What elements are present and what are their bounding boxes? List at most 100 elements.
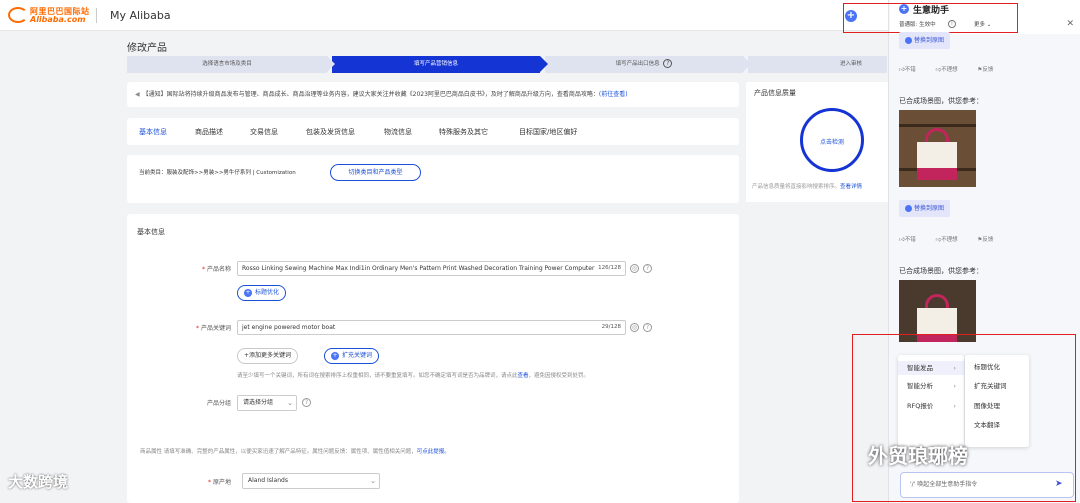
- scene-image[interactable]: [899, 280, 976, 342]
- report-label: 反馈: [982, 237, 994, 243]
- keyword-hint-tail: ，避免因侵权受到处罚。: [528, 373, 590, 379]
- attribute-note-text: 商品属性 请填写准确、完整的产品属性，以便买家迅速了解产品特征。属性问题反馈：属…: [140, 449, 417, 455]
- step-1-label: 选择语言市场及类目: [202, 61, 252, 67]
- switch-category-button[interactable]: 切换类目和产品类型: [330, 164, 421, 181]
- step-2-label: 填写产品营销信息: [413, 61, 458, 67]
- speaker-icon: ◀: [135, 91, 140, 98]
- step-arrow: [743, 56, 751, 72]
- like-label: 不错: [904, 237, 916, 243]
- dislike-button[interactable]: 👎︎不理想: [936, 237, 967, 243]
- logo-text-en: Alibaba.com: [30, 15, 86, 24]
- keyword-hint-link[interactable]: 查看: [518, 373, 529, 379]
- progress-steps: 选择语言市场及类目 填写产品营销信息 填写产品出口信息 ? 进入审核: [127, 56, 887, 73]
- globe-icon[interactable]: ◎: [630, 323, 639, 332]
- replace-image-label: 替换到原图: [914, 205, 945, 212]
- tab-special-services[interactable]: 特殊服务及其它: [439, 127, 488, 137]
- title-optimize-label: 标题优化: [255, 289, 280, 296]
- keyword-hint: 请至少填写一个关键词，所有词在搜索排序上权重相同，请不要重复填写。如您不确定填写…: [237, 371, 589, 379]
- quality-check-circle[interactable]: 点击检测: [800, 108, 864, 172]
- shelf: [899, 124, 976, 127]
- keyword-label: * 产品关键词: [151, 323, 231, 332]
- highlight-box-header: [843, 3, 1018, 33]
- close-icon[interactable]: ✕: [1066, 19, 1074, 29]
- report-button[interactable]: ⚑反馈: [977, 237, 1002, 243]
- group-label: 产品分组: [206, 400, 231, 407]
- step-4-label: 进入审核: [839, 61, 862, 67]
- tab-description[interactable]: 商品描述: [195, 127, 223, 137]
- page-title: 修改产品: [127, 43, 167, 54]
- basic-info-section: 基本信息: [127, 214, 739, 503]
- feedback-row: 👍︎不错 👎︎不理想 ⚑反馈: [899, 65, 1011, 73]
- dislike-label: 不理想: [941, 67, 958, 73]
- assistant-small-icon: [905, 205, 912, 212]
- replace-image-button[interactable]: 替换到原图: [899, 200, 951, 217]
- highlight-box-menu: [852, 334, 1076, 502]
- keyword-input[interactable]: jet engine powered motor boat 29/128: [237, 320, 626, 335]
- assistant-small-icon: +: [244, 288, 252, 297]
- section-heading: 基本信息: [137, 228, 165, 236]
- attribute-report-link[interactable]: 可点此提报。: [417, 449, 450, 455]
- expand-keyword-button[interactable]: + 扩充关键词: [324, 348, 380, 364]
- add-keyword-button[interactable]: +添加更多关键词: [237, 348, 299, 364]
- chevron-down-icon: ⌄: [287, 399, 293, 407]
- quality-detail-link[interactable]: 查看详情: [840, 184, 862, 190]
- report-button[interactable]: ⚑反馈: [977, 67, 1002, 73]
- replace-image-label: 替换到原图: [914, 37, 945, 44]
- origin-select[interactable]: Aland Islands ⌄: [242, 473, 380, 489]
- like-button[interactable]: 👍︎不错: [899, 67, 925, 73]
- globe-icon[interactable]: ◎: [630, 264, 639, 273]
- alibaba-logo[interactable]: 阿里巴巴国际站 Alibaba.com: [8, 6, 90, 24]
- group-select[interactable]: 请选择分组 ⌄: [237, 395, 297, 411]
- scene-image[interactable]: [899, 110, 976, 187]
- origin-select-value: Aland Islands: [248, 477, 288, 484]
- step-arrow: [540, 56, 548, 72]
- required-mark: *: [207, 479, 211, 486]
- step-3-label: 填写产品出口信息: [615, 61, 660, 67]
- alibaba-logo-mark-icon: [8, 7, 28, 23]
- product-name-label: * 产品名称: [151, 264, 231, 273]
- quality-title: 产品信息质量: [754, 89, 796, 97]
- category-box: 当前类目：服装及配饰>>男装>>男牛仔系列 | Customization 切换…: [127, 155, 739, 203]
- bag: [917, 142, 957, 180]
- required-mark: *: [201, 266, 205, 273]
- product-name-input[interactable]: Rosso Linking Sewing Machine Max Indi1in…: [237, 261, 626, 276]
- tab-basic-info[interactable]: 基本信息: [139, 127, 167, 137]
- required-mark: *: [195, 325, 199, 332]
- dislike-button[interactable]: 👎︎不理想: [936, 67, 967, 73]
- chevron-down-icon: ⌄: [370, 477, 376, 485]
- watermark-left: 大数跨境: [8, 473, 69, 491]
- site-title[interactable]: My Alibaba: [110, 9, 171, 22]
- origin-label-text: 原产地: [212, 479, 231, 486]
- quality-note-text: 产品信息质量将直接影响搜索排序。: [752, 184, 841, 190]
- product-name-label-text: 产品名称: [206, 266, 231, 273]
- tab-logistics[interactable]: 物流信息: [384, 127, 412, 137]
- like-label: 不错: [904, 67, 916, 73]
- quality-check-label[interactable]: 点击检测: [803, 137, 861, 146]
- keyword-count: 29/128: [601, 324, 621, 330]
- step-3: 填写产品出口信息 ?: [545, 56, 751, 73]
- tab-target-country[interactable]: 目标国家/地区偏好: [519, 127, 577, 137]
- title-optimize-button[interactable]: + 标题优化: [237, 285, 287, 301]
- tab-trade-info[interactable]: 交易信息: [250, 127, 278, 137]
- keyword-value: jet engine powered motor boat: [242, 324, 336, 331]
- help-icon[interactable]: ?: [643, 323, 652, 332]
- help-icon[interactable]: ?: [663, 59, 673, 68]
- replace-image-button[interactable]: 替换到原图: [899, 32, 951, 49]
- like-button[interactable]: 👍︎不错: [899, 237, 925, 243]
- product-name-value: Rosso Linking Sewing Machine Max Indi1in…: [242, 265, 595, 272]
- attribute-note: 商品属性 请填写准确、完整的产品属性，以便买家迅速了解产品特征。属性问题反馈：属…: [140, 447, 450, 455]
- scene-label: 已合成场景图，供您参考：: [899, 97, 983, 105]
- help-icon[interactable]: ?: [302, 398, 311, 407]
- scene-label: 已合成场景图，供您参考：: [899, 267, 983, 275]
- quality-card: 产品信息质量 点击检测 产品信息质量将直接影响搜索排序。查看详情: [746, 82, 888, 202]
- assistant-small-icon: [905, 37, 912, 44]
- tab-package-shipping[interactable]: 包装及发货信息: [306, 127, 355, 137]
- product-name-count: 126/128: [598, 265, 621, 271]
- help-icon[interactable]: ?: [643, 264, 652, 273]
- step-4: 进入审核: [748, 56, 887, 73]
- watermark-right: 外贸琅琊榜: [868, 444, 968, 468]
- quality-note: 产品信息质量将直接影响搜索排序。查看详情: [752, 182, 862, 190]
- notice-link[interactable]: (前往查看): [599, 91, 628, 98]
- notice-text: 【通知】国际站将持续升级商品发布与管理、商品成长、商品治理等业务内容，建议大家关…: [142, 91, 599, 98]
- dislike-label: 不理想: [941, 237, 958, 243]
